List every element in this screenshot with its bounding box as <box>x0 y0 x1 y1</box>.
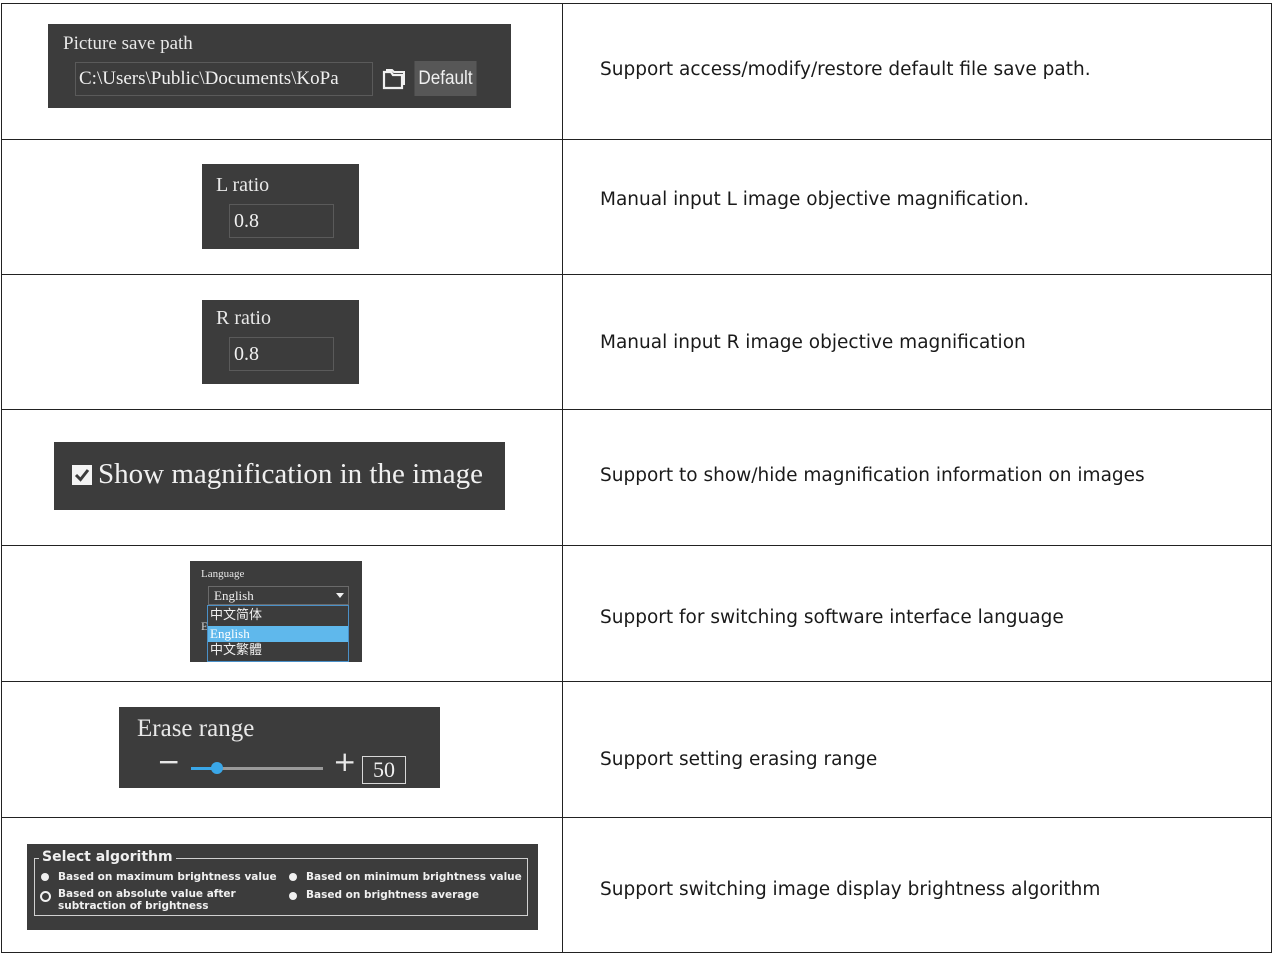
language-option[interactable]: 中文繁體 <box>208 643 348 659</box>
language-option-highlighted[interactable]: English <box>208 626 348 642</box>
column-divider <box>562 4 563 952</box>
r-ratio-input[interactable]: 0.8 <box>229 337 334 371</box>
show-magnification-checkbox[interactable] <box>72 465 92 485</box>
erase-range-panel: Erase range − + 50 <box>119 707 440 788</box>
show-magnification-label: Show magnification in the image <box>98 458 483 490</box>
save-path-panel: Picture save path C:\Users\Public\Docume… <box>48 24 511 108</box>
radio-brightness-average[interactable] <box>289 892 297 900</box>
checkmark-icon <box>74 469 90 482</box>
description-r-ratio: Manual input R image objective magnifica… <box>600 332 1026 353</box>
description-l-ratio: Manual input L image objective magnifica… <box>600 189 1030 210</box>
erase-slider-thumb[interactable] <box>211 762 223 774</box>
row-divider <box>2 817 1271 818</box>
language-label: Language <box>201 568 245 580</box>
r-ratio-panel: R ratio 0.8 <box>202 300 359 384</box>
erase-minus-button[interactable]: − <box>157 748 180 776</box>
algorithm-legend: Select algorithm <box>39 849 176 865</box>
language-panel: Language English E 中文简体 English 中文繁體 <box>190 561 362 662</box>
row-divider <box>2 139 1271 140</box>
description-algorithm: Support switching image display brightne… <box>600 879 1101 900</box>
save-path-label: Picture save path <box>63 33 193 54</box>
row-divider <box>2 274 1271 275</box>
row-divider <box>2 545 1271 546</box>
language-select[interactable]: English <box>208 586 349 605</box>
l-ratio-input[interactable]: 0.8 <box>229 204 334 238</box>
row-divider <box>2 681 1271 682</box>
description-language: Support for switching software interface… <box>600 607 1064 628</box>
option-absolute-value-line2[interactable]: subtraction of brightness <box>58 900 209 912</box>
erase-plus-button[interactable]: + <box>333 748 356 776</box>
option-min-brightness[interactable]: Based on minimum brightness value <box>306 871 522 883</box>
option-absolute-value[interactable]: Based on absolute value after <box>58 888 236 900</box>
l-ratio-label: L ratio <box>216 174 270 196</box>
chevron-down-icon <box>336 593 344 598</box>
radio-min-brightness[interactable] <box>289 873 297 881</box>
default-button[interactable]: Default <box>414 61 477 96</box>
language-selected: English <box>214 588 254 603</box>
l-ratio-panel: L ratio 0.8 <box>202 164 359 249</box>
option-max-brightness[interactable]: Based on maximum brightness value <box>58 871 277 883</box>
radio-max-brightness[interactable] <box>41 873 49 881</box>
save-path-input[interactable]: C:\Users\Public\Documents\KoPa <box>75 62 373 96</box>
folder-open-icon[interactable] <box>381 66 407 92</box>
language-option[interactable]: 中文简体 <box>208 608 348 624</box>
algorithm-panel: Select algorithm Based on maximum bright… <box>27 844 538 930</box>
description-erase-range: Support setting erasing range <box>600 749 878 770</box>
r-ratio-label: R ratio <box>216 307 271 329</box>
show-magnification-panel: Show magnification in the image <box>54 442 505 510</box>
description-show-magnification: Support to show/hide magnification infor… <box>600 465 1145 486</box>
erase-range-input[interactable]: 50 <box>362 756 406 784</box>
radio-absolute-value-selected[interactable] <box>40 891 51 902</box>
erase-range-label: Erase range <box>137 715 255 742</box>
option-brightness-average[interactable]: Based on brightness average <box>306 889 479 901</box>
description-save-path: Support access/modify/restore default fi… <box>600 59 1091 80</box>
row-divider <box>2 409 1271 410</box>
